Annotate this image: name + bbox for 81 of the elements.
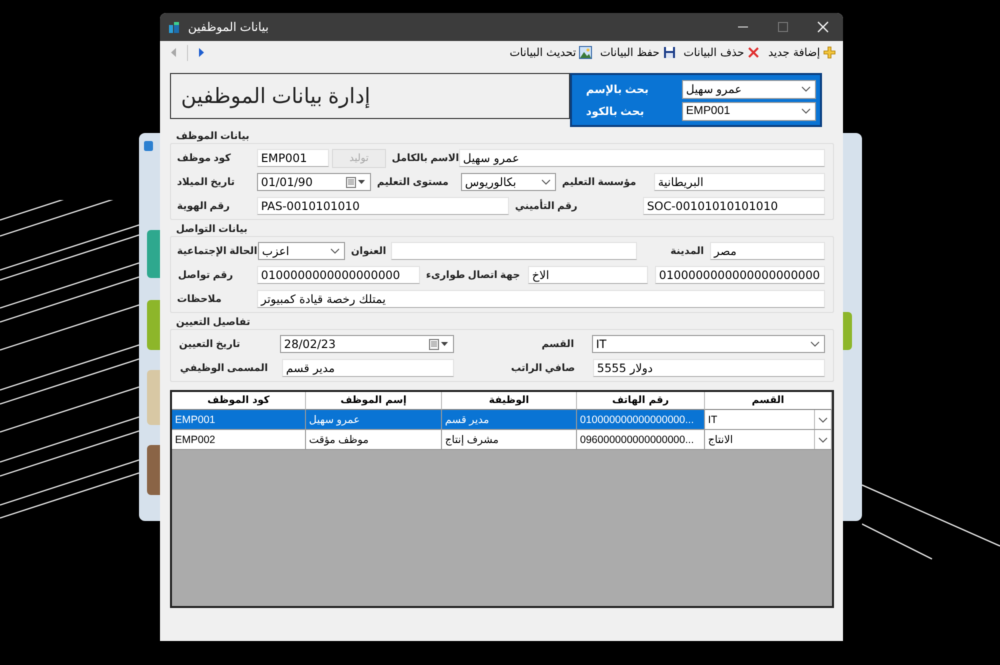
table-cell: موظف مؤقت xyxy=(306,430,442,450)
text-field[interactable]: يمتلك رخصة قيادة كمبيوتر xyxy=(257,290,825,308)
chevron-down-icon xyxy=(810,341,820,347)
field-label: تاريخ التعيين xyxy=(178,338,242,350)
field-label: المدينة xyxy=(669,246,705,256)
field-label: صافي الراتب xyxy=(510,362,576,374)
date-picker[interactable]: 01/01/90 xyxy=(257,173,371,191)
chevron-down-icon xyxy=(818,436,828,442)
group-title: بيانات التواصل xyxy=(175,224,248,236)
dropdown-cell[interactable]: الانتاج xyxy=(705,430,832,450)
app-icon xyxy=(168,21,180,33)
tile xyxy=(843,312,852,350)
x-icon xyxy=(747,46,760,59)
toolbar-button[interactable]: حفظ البيانات xyxy=(599,46,677,59)
dropdown-cell[interactable]: IT xyxy=(705,410,832,430)
text-field[interactable]: 0100000000000000000 xyxy=(257,266,420,284)
toolbar-button[interactable]: إضافة جديد xyxy=(767,46,837,59)
date-picker[interactable]: 28/02/23 xyxy=(280,335,454,353)
text-field[interactable]: دولار 5555 xyxy=(593,359,825,377)
field-label: رقم التأميني xyxy=(514,200,578,212)
plus-icon xyxy=(823,46,836,59)
text-field[interactable]: عمرو سهيل xyxy=(459,149,825,167)
tile xyxy=(147,300,160,350)
right-triangle-icon xyxy=(198,47,205,58)
table-cell: EMP002 xyxy=(172,430,306,450)
table-cell: عمرو سهيل xyxy=(306,410,442,430)
table-cell: مشرف إنتاج xyxy=(442,430,577,450)
field-label: رقم الهوية xyxy=(176,200,231,212)
field-label: جهة اتصال طوارىء xyxy=(425,270,522,280)
table-cell: 096000000000000000... xyxy=(577,430,705,450)
dropdown[interactable]: بكالوريوس xyxy=(461,173,556,191)
search-label: بحث بالكود xyxy=(585,104,644,118)
field-label: العنوان xyxy=(350,246,388,256)
text-field[interactable]: مدير قسم xyxy=(282,359,454,377)
table-cell: EMP001 xyxy=(172,410,306,430)
search-dropdown[interactable]: EMP001 xyxy=(682,102,816,120)
text-field[interactable]: البريطانية xyxy=(654,173,825,191)
calendar-icon xyxy=(346,176,366,188)
field-label: كود موظف xyxy=(176,152,232,164)
field-label: الحالة الإجتماعية xyxy=(176,246,258,256)
table-cell: مدير قسم xyxy=(442,410,577,430)
toolbar-button[interactable]: حذف البيانات xyxy=(682,46,762,59)
image-icon xyxy=(579,46,592,59)
app-icon xyxy=(144,141,153,151)
text-field[interactable]: EMP001 xyxy=(257,149,329,167)
window-title: بيانات الموظفين xyxy=(188,20,269,34)
field-label: مستوى التعليم xyxy=(376,176,450,188)
text-field[interactable]: الاخ xyxy=(528,266,648,284)
text-field[interactable] xyxy=(391,242,637,260)
field-label: تاريخ الميلاد xyxy=(176,176,236,188)
dropdown[interactable]: IT xyxy=(592,335,825,353)
tile xyxy=(147,370,160,425)
field-label: الاسم بالكامل xyxy=(390,152,459,164)
text-field[interactable]: مصر xyxy=(710,242,825,260)
left-triangle-icon xyxy=(170,47,177,58)
toolbar-button[interactable]: تحديث البيانات xyxy=(508,46,594,59)
chevron-down-icon xyxy=(818,416,828,422)
chevron-down-icon xyxy=(541,179,551,185)
text-field[interactable]: 0100000000000000000000 xyxy=(655,266,825,284)
page-title: إدارة بيانات الموظفين xyxy=(170,73,570,119)
field-label: القسم xyxy=(540,338,575,350)
chevron-down-icon xyxy=(801,108,811,114)
group-title: تفاصيل التعيين xyxy=(175,317,252,329)
close-icon xyxy=(817,21,829,33)
chevron-down-icon xyxy=(801,86,811,92)
search-dropdown[interactable]: عمرو سهيل xyxy=(682,80,816,98)
field-label: مؤسسة التعليم xyxy=(561,176,638,188)
group-title: بيانات الموظف xyxy=(175,131,250,143)
tile xyxy=(147,230,160,278)
field-label: المسمى الوظيفي xyxy=(179,362,269,374)
dropdown[interactable]: اعزب xyxy=(258,242,345,260)
table-cell: 010000000000000000... xyxy=(577,410,705,430)
field-label: رقم تواصل xyxy=(177,270,234,280)
tile xyxy=(147,445,160,495)
search-label: بحث بالإسم xyxy=(585,82,649,96)
field-label: ملاحظات xyxy=(176,294,223,304)
maximize-icon xyxy=(778,22,788,32)
text-field[interactable]: PAS-0010101010 xyxy=(257,197,509,215)
calendar-icon xyxy=(429,338,449,350)
text-field[interactable]: SOC-00101010101010 xyxy=(643,197,825,215)
chevron-down-icon xyxy=(330,248,340,254)
